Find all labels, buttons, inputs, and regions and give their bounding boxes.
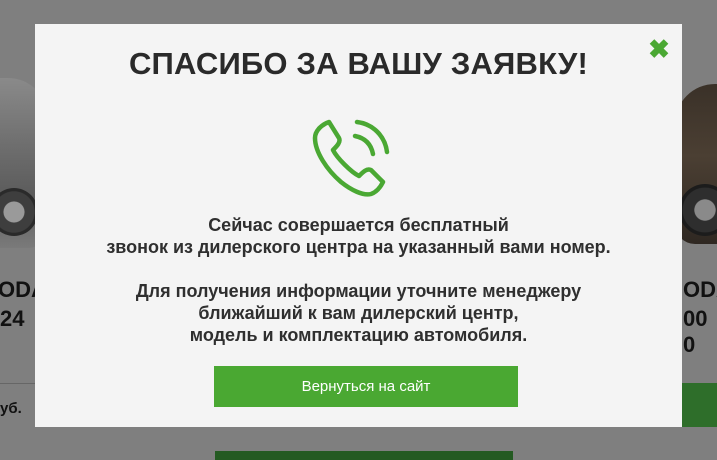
currency-label: уб. bbox=[0, 400, 22, 417]
car-wheel bbox=[679, 184, 717, 236]
thank-you-modal: ✖ СПАСИБО ЗА ВАШУ ЗАЯВКУ! Сейчас соверша… bbox=[35, 24, 682, 427]
call-message: Сейчас совершается бесплатный звонок из … bbox=[35, 214, 682, 258]
return-to-site-button[interactable]: Вернуться на сайт bbox=[214, 366, 518, 407]
background-button-bottom bbox=[215, 451, 513, 460]
background-button-right bbox=[682, 383, 717, 427]
call-message-line: Сейчас совершается бесплатный bbox=[208, 215, 509, 235]
info-message: Для получения информации уточните менедж… bbox=[35, 280, 682, 346]
divider bbox=[0, 383, 35, 384]
info-message-line: ближайший к вам дилерский центр, bbox=[198, 303, 519, 323]
car-price-right: 00 0 bbox=[683, 306, 708, 357]
call-message-line: звонок из дилерского центра на указанный… bbox=[106, 237, 611, 257]
car-wheel bbox=[0, 188, 38, 236]
info-message-line: модель и комплектацию автомобиля. bbox=[189, 325, 528, 345]
car-model-right: ODA bbox=[683, 277, 717, 302]
info-message-line: Для получения информации уточните менедж… bbox=[135, 281, 582, 301]
car-price-left: 24 bbox=[0, 306, 25, 331]
phone-call-icon bbox=[312, 119, 390, 197]
modal-title: СПАСИБО ЗА ВАШУ ЗАЯВКУ! bbox=[128, 46, 589, 81]
